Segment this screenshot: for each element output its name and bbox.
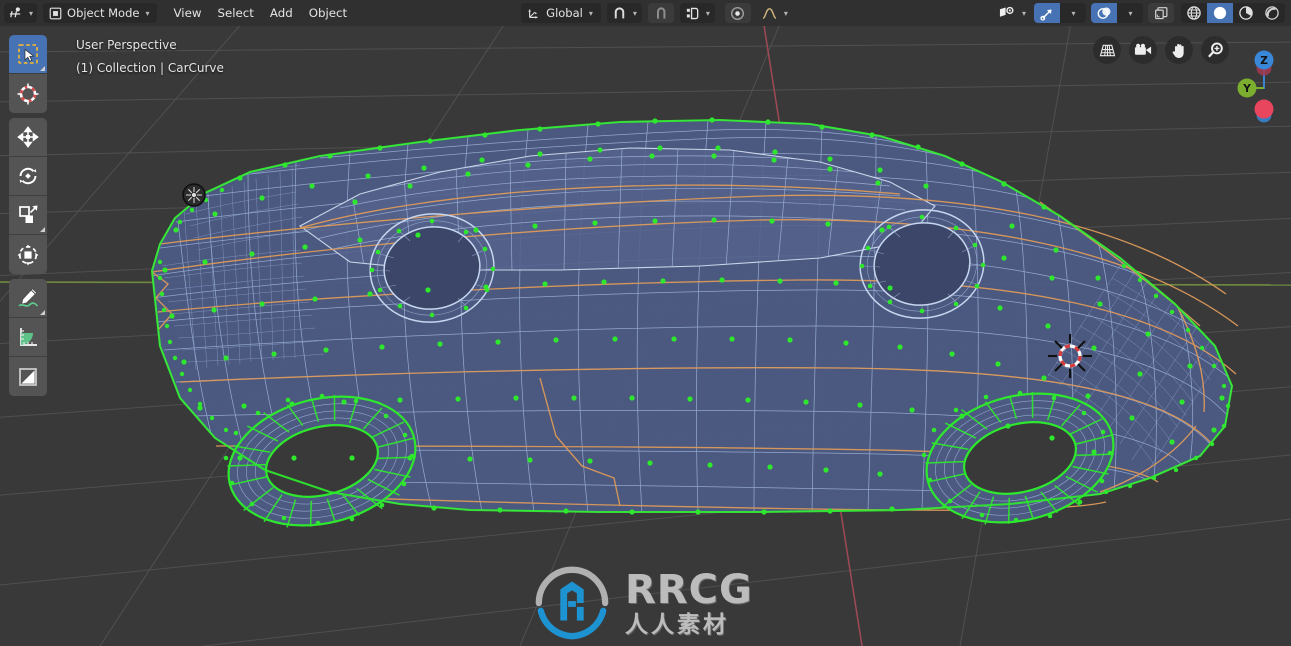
hand-icon: [1172, 43, 1184, 58]
wireframe-shading-icon: [1187, 6, 1201, 20]
viewport-nav-buttons: [1093, 36, 1229, 64]
camera-icon: [1134, 43, 1151, 55]
chevron-down-icon: ▾: [1128, 8, 1133, 18]
transform-tool[interactable]: [9, 235, 47, 274]
gizmo-x-ball[interactable]: [1254, 99, 1274, 119]
gizmo-dropdown-button[interactable]: ▾: [1060, 3, 1086, 23]
magnet-icon: [614, 6, 625, 18]
orientation-icon: [528, 9, 538, 19]
overlays-icon: [1097, 7, 1110, 19]
proportional-editing-toggle[interactable]: [724, 3, 751, 23]
blender-window: ▾ Object Mode ▾ View Select Add Object G…: [0, 0, 1291, 646]
shading-rendered-button[interactable]: [1259, 3, 1285, 23]
tweak-select-box-tool[interactable]: [9, 35, 47, 74]
mode-selector-label: Object Mode: [67, 6, 140, 20]
move-view-button[interactable]: [1165, 36, 1193, 64]
annotate-tool-icon: [18, 288, 39, 307]
chevron-down-icon: ▾: [632, 8, 637, 18]
toolbar-group-select: [9, 35, 47, 113]
falloff-smooth-icon: [762, 7, 777, 19]
snap-dropdown[interactable]: ▾: [606, 3, 642, 23]
chevron-down-icon: ▾: [705, 8, 710, 18]
mode-selector-dropdown[interactable]: Object Mode ▾: [43, 3, 158, 23]
xray-toggle-icon: [1154, 6, 1167, 19]
chevron-down-icon: ▾: [783, 8, 788, 18]
empty-axes-object[interactable]: [182, 183, 206, 207]
transform-tool-icon: [17, 244, 39, 265]
navigation-axis-gizmo[interactable]: Z Y: [1230, 38, 1286, 138]
chevron-down-icon: ▾: [29, 8, 34, 18]
add-cube-tool[interactable]: [9, 357, 47, 396]
snap-magnet-toggle-icon: [656, 7, 666, 19]
grid-perspective-icon: [1099, 44, 1115, 56]
select-box-icon: [18, 44, 38, 64]
chevron-down-icon: ▾: [145, 8, 150, 18]
toolbar: [9, 35, 47, 396]
menu-object[interactable]: Object: [301, 3, 355, 23]
gizmo-toggle-button[interactable]: [1034, 3, 1060, 23]
solid-shading-icon: [1213, 6, 1227, 20]
3d-viewport[interactable]: User Perspective (1) Collection | CarCur…: [0, 26, 1291, 646]
shading-wireframe-button[interactable]: [1181, 3, 1207, 23]
move-tool-icon: [17, 126, 39, 148]
overlays-toggle-button[interactable]: [1091, 3, 1117, 23]
snap-target-dropdown[interactable]: ▾: [679, 3, 715, 23]
menu-view[interactable]: View: [165, 3, 209, 23]
zoom-view-button[interactable]: [1201, 36, 1229, 64]
measure-tool-icon: [20, 328, 37, 346]
rotate-tool[interactable]: [9, 157, 47, 196]
shading-mode-group: [1181, 3, 1285, 23]
header-center-group: Global ▾ ▾ ▾ ▾: [521, 3, 792, 23]
viewport-menu-bar: View Select Add Object: [165, 3, 355, 23]
toolbar-group-annotate: [9, 279, 47, 396]
transform-orientation-label: Global: [546, 6, 583, 20]
toggle-orthographic-button[interactable]: [1093, 36, 1121, 64]
annotate-tool[interactable]: [9, 279, 47, 318]
add-cube-icon: [19, 367, 37, 386]
xray-toggle-button[interactable]: [1148, 3, 1174, 23]
header-right-group: ▾ ▾ ▾: [996, 3, 1285, 23]
cursor-tool-icon: [17, 83, 39, 104]
transform-orientation-dropdown[interactable]: Global ▾: [521, 3, 601, 23]
menu-select[interactable]: Select: [209, 3, 261, 23]
cursor-tool[interactable]: [9, 74, 47, 113]
proportional-icon: [731, 6, 745, 20]
object-types-visibility-dropdown[interactable]: ▾: [996, 3, 1029, 23]
header-left-group: ▾ Object Mode ▾ View Select Add Object: [4, 3, 355, 23]
gizmo-icon: [1039, 8, 1052, 21]
editor-type-button[interactable]: ▾: [4, 3, 38, 23]
overlays-dropdown-button[interactable]: ▾: [1117, 3, 1143, 23]
gizmo-toggle-group: ▾: [1034, 3, 1086, 23]
rendered-shading-icon: [1265, 6, 1279, 20]
menu-add[interactable]: Add: [262, 3, 301, 23]
car-curve-object[interactable]: [0, 26, 1291, 646]
shading-solid-button[interactable]: [1207, 3, 1233, 23]
move-tool[interactable]: [9, 118, 47, 157]
chevron-down-icon: ▾: [588, 8, 593, 18]
scale-tool-icon: [19, 205, 38, 223]
gizmo-z-label: Z: [1260, 55, 1268, 67]
chevron-down-icon: ▾: [1071, 8, 1076, 18]
object-types-visibility-icon: [999, 6, 1014, 17]
toggle-camera-view-button[interactable]: [1129, 36, 1157, 64]
snap-target-icon: [686, 7, 699, 19]
object-mode-icon: [49, 7, 62, 19]
proportional-falloff-dropdown[interactable]: ▾: [757, 3, 792, 23]
viewport-header-bar: ▾ Object Mode ▾ View Select Add Object G…: [0, 0, 1291, 26]
chevron-down-icon: ▾: [1021, 8, 1026, 18]
toolbar-group-transform: [9, 118, 47, 274]
overlays-toggle-group: ▾: [1091, 3, 1143, 23]
3d-viewport-icon: [9, 6, 21, 17]
measure-tool[interactable]: [9, 318, 47, 357]
scale-tool[interactable]: [9, 196, 47, 235]
rotate-tool-icon: [19, 167, 37, 185]
shading-material-button[interactable]: [1233, 3, 1259, 23]
snap-toggle-button[interactable]: [647, 3, 674, 23]
gizmo-y-label: Y: [1242, 83, 1251, 95]
material-preview-icon: [1239, 6, 1253, 20]
magnifier-icon: [1207, 42, 1223, 58]
